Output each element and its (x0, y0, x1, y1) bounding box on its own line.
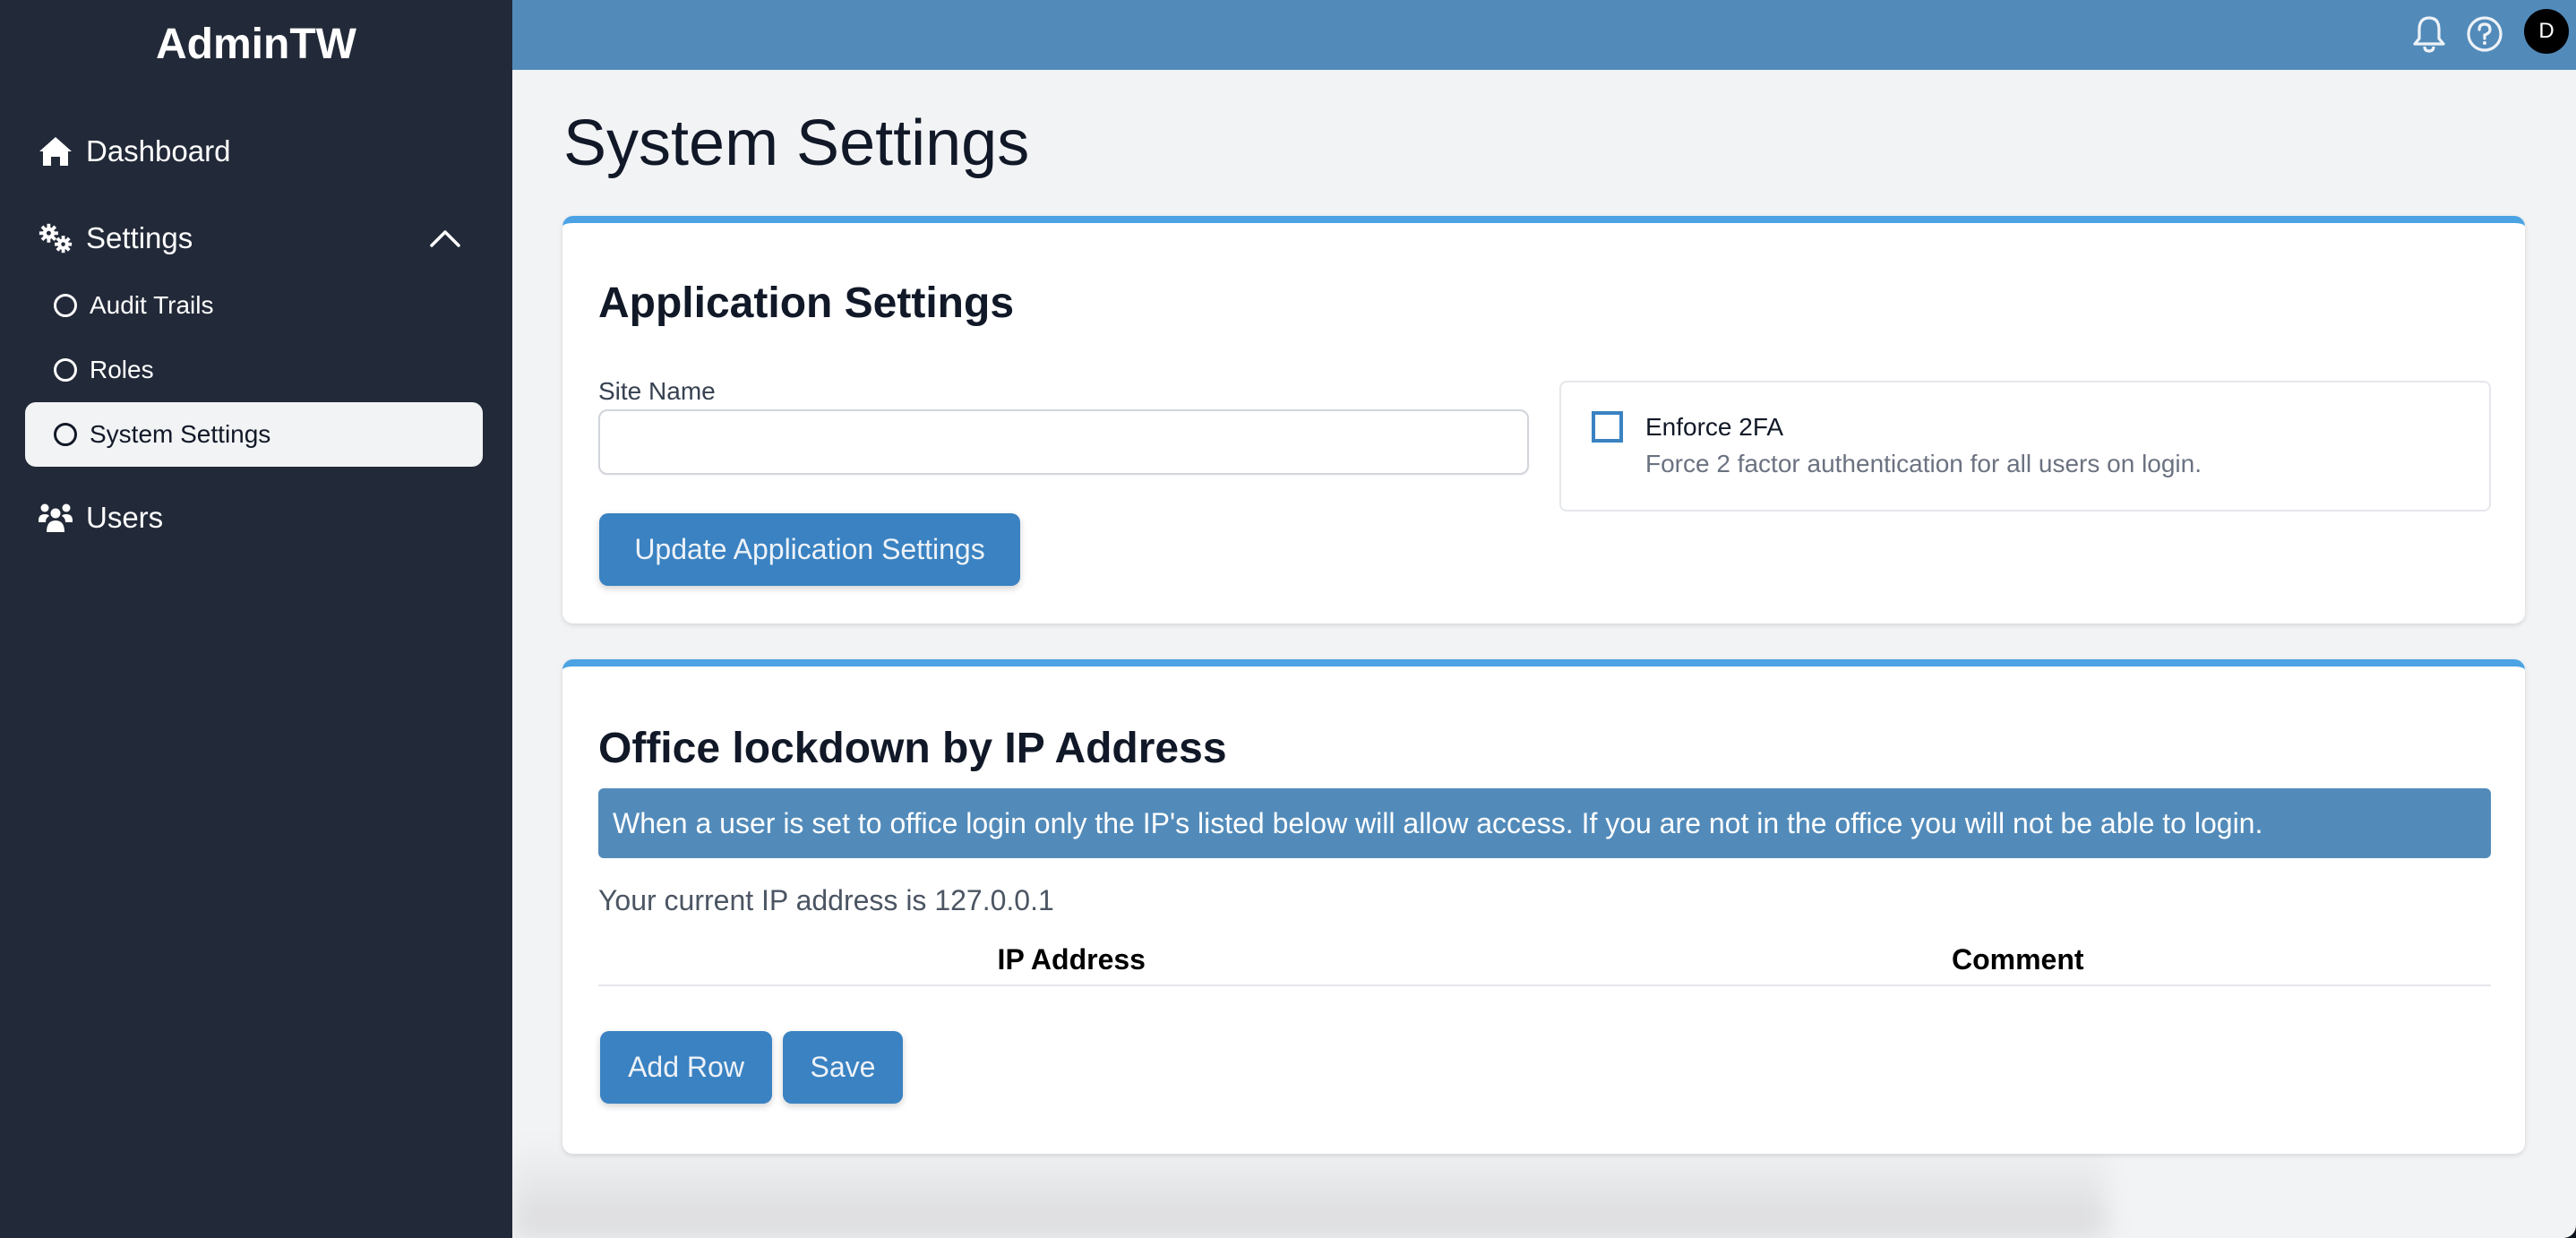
circle-icon (52, 357, 79, 383)
sidebar-item-label: Roles (90, 356, 154, 383)
card-title: Office lockdown by IP Address (598, 725, 1227, 772)
info-alert: When a user is set to office login only … (598, 788, 2491, 858)
sidebar-item-roles[interactable]: Roles (25, 343, 483, 397)
sidebar-item-audit-trails[interactable]: Audit Trails (25, 279, 483, 332)
enforce-2fa-panel: Enforce 2FA Force 2 factor authenticatio… (1559, 381, 2491, 512)
sidebar-item-settings[interactable]: Settings (25, 211, 483, 265)
sidebar-item-system-settings[interactable]: System Settings (25, 402, 483, 467)
main-content: D System Settings Application Settings S… (512, 0, 2576, 1238)
brand-logo[interactable]: AdminTW (0, 16, 512, 73)
current-ip-text: Your current IP address is 127.0.0.1 (598, 884, 1054, 916)
chevron-up-icon[interactable] (429, 222, 461, 254)
card-title: Application Settings (598, 279, 1015, 327)
ip-lockdown-card: Office lockdown by IP Address When a use… (562, 659, 2525, 1154)
application-settings-card: Application Settings Site Name Update Ap… (562, 216, 2525, 623)
page-title: System Settings (563, 107, 1030, 179)
sidebar-item-label: Users (86, 501, 164, 534)
table-header-row: IP Address Comment (598, 935, 2491, 986)
help-circle-icon[interactable] (2463, 13, 2506, 56)
enforce-2fa-checkbox[interactable] (1592, 411, 1623, 443)
gears-icon (38, 220, 73, 256)
add-row-button[interactable]: Add Row (600, 1031, 772, 1104)
column-header-comment: Comment (1544, 935, 2491, 986)
home-icon (38, 133, 73, 169)
bell-icon[interactable] (2408, 13, 2451, 56)
avatar[interactable]: D (2524, 9, 2569, 54)
sidebar: AdminTW Dashboard Settings Audit Trails … (0, 0, 512, 1238)
bottom-shadow (512, 1139, 2107, 1238)
sidebar-item-label: System Settings (90, 420, 271, 448)
top-header-bar: D (512, 0, 2576, 70)
ip-address-table: IP Address Comment (598, 935, 2491, 986)
save-button[interactable]: Save (783, 1031, 903, 1104)
enforce-2fa-label: Enforce 2FA (1645, 413, 1784, 441)
circle-icon (52, 421, 79, 448)
column-header-ip-address: IP Address (598, 935, 1545, 986)
sidebar-item-label: Dashboard (86, 134, 231, 168)
update-application-settings-button[interactable]: Update Application Settings (599, 513, 1020, 586)
sidebar-item-users[interactable]: Users (25, 491, 483, 545)
circle-icon (52, 292, 79, 319)
site-name-label: Site Name (598, 377, 716, 405)
users-icon (38, 500, 73, 536)
sidebar-item-label: Audit Trails (90, 291, 214, 319)
enforce-2fa-description: Force 2 factor authentication for all us… (1645, 450, 2202, 477)
site-name-input[interactable] (598, 409, 1529, 475)
sidebar-item-label: Settings (86, 221, 193, 254)
sidebar-item-dashboard[interactable]: Dashboard (25, 125, 483, 178)
